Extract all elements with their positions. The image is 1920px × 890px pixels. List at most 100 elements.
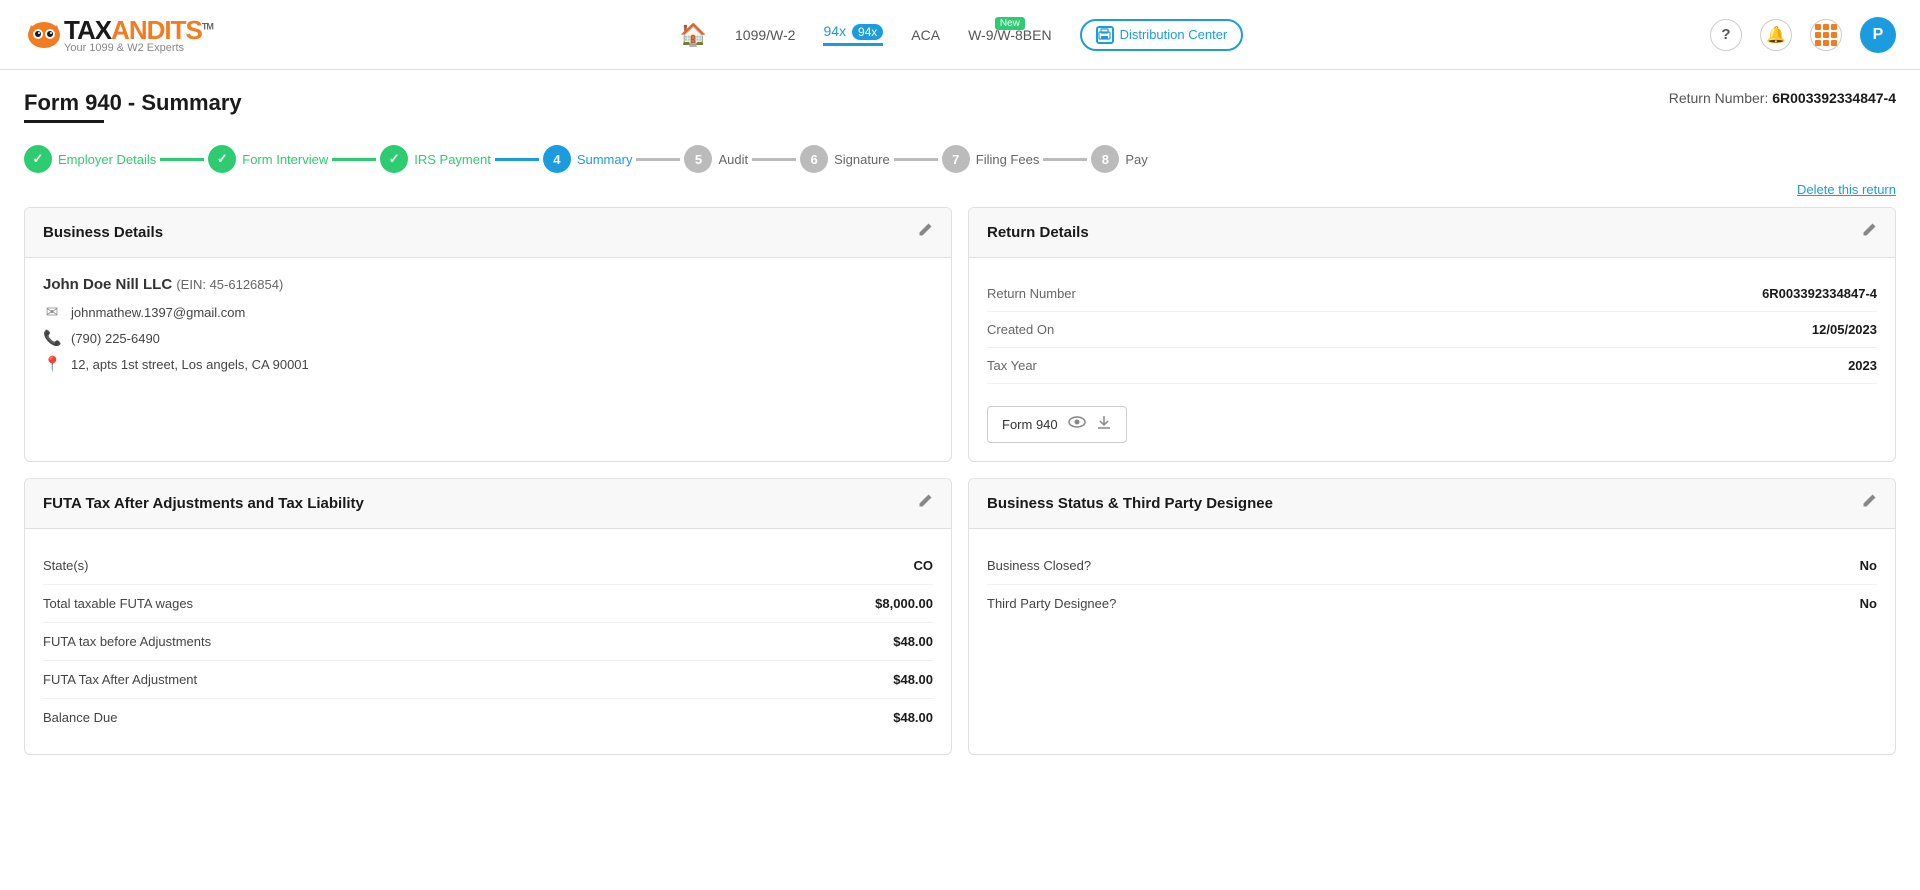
step-form-interview[interactable]: ✓ Form Interview — [208, 145, 328, 173]
balance-due-label: Balance Due — [43, 710, 117, 725]
step-audit[interactable]: 5 Audit — [684, 145, 748, 173]
business-phone: (790) 225-6490 — [71, 331, 160, 346]
top-cards-row: Business Details John Doe Nill LLC (EIN:… — [24, 207, 1896, 462]
balance-due-row: Balance Due $48.00 — [43, 699, 933, 736]
nav-1099-w2[interactable]: 1099/W-2 — [735, 27, 795, 43]
grid-button[interactable] — [1810, 19, 1842, 51]
futa-header: FUTA Tax After Adjustments and Tax Liabi… — [25, 479, 951, 529]
step-irs-payment[interactable]: ✓ IRS Payment — [380, 145, 491, 173]
step-employer-details[interactable]: ✓ Employer Details — [24, 145, 156, 173]
business-email-row: ✉ johnmathew.1397@gmail.com — [43, 303, 933, 321]
business-closed-row: Business Closed? No — [987, 547, 1877, 585]
step-circle-4: 4 — [543, 145, 571, 173]
connector-5 — [752, 158, 796, 161]
tax-year-val: 2023 — [1848, 358, 1877, 373]
created-on-val: 12/05/2023 — [1812, 322, 1877, 337]
distribution-center-button[interactable]: Distribution Center — [1080, 19, 1244, 51]
futa-wages-label: Total taxable FUTA wages — [43, 596, 193, 611]
form-940-label: Form 940 — [1002, 417, 1058, 432]
nav-home[interactable]: 🏠 — [680, 22, 707, 48]
return-details-body: Return Number 6R003392334847-4 Created O… — [969, 258, 1895, 461]
tax-year-row: Tax Year 2023 — [987, 348, 1877, 384]
business-phone-row: 📞 (790) 225-6490 — [43, 329, 933, 347]
business-status-body: Business Closed? No Third Party Designee… — [969, 529, 1895, 640]
futa-wages-val: $8,000.00 — [875, 596, 933, 611]
futa-wages-row: Total taxable FUTA wages $8,000.00 — [43, 585, 933, 623]
futa-before-label: FUTA tax before Adjustments — [43, 634, 211, 649]
page-title: Form 940 - Summary — [24, 90, 242, 116]
futa-after-val: $48.00 — [893, 672, 933, 687]
eye-icon[interactable] — [1068, 415, 1086, 434]
futa-before-row: FUTA tax before Adjustments $48.00 — [43, 623, 933, 661]
return-details-edit-icon[interactable] — [1861, 222, 1877, 243]
balance-due-val: $48.00 — [893, 710, 933, 725]
futa-states-val: CO — [914, 558, 934, 573]
return-number-row: Return Number 6R003392334847-4 — [987, 276, 1877, 312]
business-details-edit-icon[interactable] — [917, 222, 933, 243]
nav-w9-wrap: New W-9/W-8BEN — [968, 27, 1052, 43]
step-signature[interactable]: 6 Signature — [800, 145, 890, 173]
business-status-edit-icon[interactable] — [1861, 493, 1877, 514]
business-details-title: Business Details — [43, 224, 163, 241]
connector-7 — [1043, 158, 1087, 161]
futa-body: State(s) CO Total taxable FUTA wages $8,… — [25, 529, 951, 754]
step-pay[interactable]: 8 Pay — [1091, 145, 1147, 173]
printer-icon — [1096, 26, 1114, 44]
return-number-val: 6R003392334847-4 — [1762, 286, 1877, 301]
business-closed-label: Business Closed? — [987, 558, 1091, 573]
page-header: Form 940 - Summary Return Number: 6R0033… — [24, 90, 1896, 123]
business-address: 12, apts 1st street, Los angels, CA 9000… — [71, 357, 309, 372]
step-circle-5: 5 — [684, 145, 712, 173]
business-status-card: Business Status & Third Party Designee B… — [968, 478, 1896, 755]
business-status-title: Business Status & Third Party Designee — [987, 495, 1273, 512]
return-details-card: Return Details Return Number 6R003392334… — [968, 207, 1896, 462]
step-filing-fees[interactable]: 7 Filing Fees — [942, 145, 1040, 173]
help-button[interactable]: ? — [1710, 19, 1742, 51]
nav-badge-94x: 94x — [852, 24, 883, 40]
notification-button[interactable]: 🔔 — [1760, 19, 1792, 51]
bottom-cards-row: FUTA Tax After Adjustments and Tax Liabi… — [24, 478, 1896, 755]
step-label-1: Employer Details — [58, 152, 156, 167]
futa-edit-icon[interactable] — [917, 493, 933, 514]
download-icon[interactable] — [1096, 414, 1112, 435]
futa-after-label: FUTA Tax After Adjustment — [43, 672, 197, 687]
page-content: Form 940 - Summary Return Number: 6R0033… — [0, 70, 1920, 791]
business-closed-val: No — [1860, 558, 1877, 573]
return-details-header: Return Details — [969, 208, 1895, 258]
business-details-header: Business Details — [25, 208, 951, 258]
step-label-2: Form Interview — [242, 152, 328, 167]
new-badge: New — [995, 17, 1025, 30]
form-940-button[interactable]: Form 940 — [987, 406, 1127, 443]
futa-states-label: State(s) — [43, 558, 89, 573]
header-actions: ? 🔔 P — [1710, 17, 1896, 53]
futa-before-val: $48.00 — [893, 634, 933, 649]
logo: TAXANDITSTM Your 1099 & W2 Experts — [24, 15, 213, 54]
connector-4 — [636, 158, 680, 161]
return-details-title: Return Details — [987, 224, 1089, 241]
return-number-value: 6R003392334847-4 — [1772, 90, 1896, 106]
step-label-3: IRS Payment — [414, 152, 491, 167]
ein-value: (EIN: 45-6126854) — [176, 277, 283, 292]
nav-aca[interactable]: ACA — [911, 27, 940, 43]
connector-2 — [332, 158, 376, 161]
futa-card: FUTA Tax After Adjustments and Tax Liabi… — [24, 478, 952, 755]
step-summary[interactable]: 4 Summary — [543, 145, 633, 173]
connector-3 — [495, 158, 539, 161]
email-icon: ✉ — [43, 303, 61, 321]
business-address-row: 📍 12, apts 1st street, Los angels, CA 90… — [43, 355, 933, 373]
location-icon: 📍 — [43, 355, 61, 373]
connector-6 — [894, 158, 938, 161]
steps-bar: ✓ Employer Details ✓ Form Interview ✓ IR… — [24, 145, 1896, 173]
return-number-header: Return Number: 6R003392334847-4 — [1669, 90, 1896, 106]
delete-link-wrap: Delete this return — [24, 181, 1896, 197]
user-avatar[interactable]: P — [1860, 17, 1896, 53]
grid-icon — [1813, 22, 1839, 48]
step-circle-1: ✓ — [24, 145, 52, 173]
futa-after-row: FUTA Tax After Adjustment $48.00 — [43, 661, 933, 699]
created-on-row: Created On 12/05/2023 — [987, 312, 1877, 348]
business-details-body: John Doe Nill LLC (EIN: 45-6126854) ✉ jo… — [25, 258, 951, 399]
delete-return-link[interactable]: Delete this return — [1797, 182, 1896, 197]
nav-94x[interactable]: 94x 94x — [823, 23, 883, 46]
futa-states-row: State(s) CO — [43, 547, 933, 585]
step-label-5: Audit — [718, 152, 748, 167]
